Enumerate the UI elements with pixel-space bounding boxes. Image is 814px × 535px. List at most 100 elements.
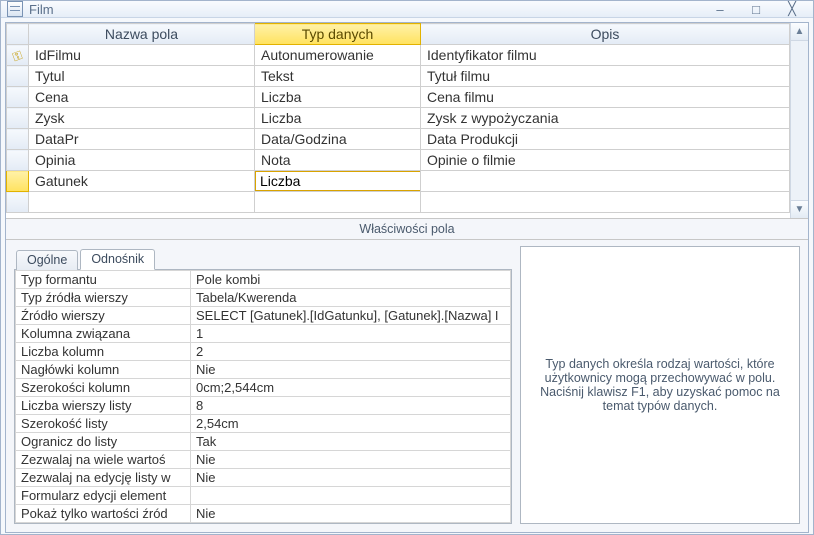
col-header-type[interactable]: Typ danych (255, 24, 421, 45)
field-desc-cell[interactable]: Tytuł filmu (421, 66, 790, 87)
help-pane: Typ danych określa rodzaj wartości, któr… (520, 246, 800, 524)
field-type-cell[interactable]: Data/Godzina (255, 129, 421, 150)
field-name-cell[interactable]: Gatunek (29, 171, 255, 192)
maximize-button[interactable]: □ (741, 1, 771, 17)
property-row[interactable]: Liczba kolumn2 (16, 343, 511, 361)
property-value[interactable]: Nie (191, 451, 511, 469)
property-row[interactable]: Pokaż tylko wartości źródNie (16, 505, 511, 523)
property-label: Typ formantu (16, 271, 191, 289)
primary-key-icon: ⚿ (11, 47, 25, 64)
property-row[interactable]: Kolumna związana1 (16, 325, 511, 343)
field-desc-cell[interactable] (421, 171, 790, 192)
field-row[interactable]: OpiniaNotaOpinie o filmie (7, 150, 790, 171)
header-selector[interactable] (7, 24, 29, 45)
field-name-cell[interactable]: Opinia (29, 150, 255, 171)
property-value[interactable]: Nie (191, 505, 511, 523)
col-header-desc[interactable]: Opis (421, 24, 790, 45)
field-row[interactable]: CenaLiczbaCena filmu (7, 87, 790, 108)
property-value[interactable]: 2 (191, 343, 511, 361)
row-selector[interactable]: ⚿ (7, 45, 29, 66)
property-value[interactable]: SELECT [Gatunek].[IdGatunku], [Gatunek].… (191, 307, 511, 325)
field-row[interactable]: Gatunek▼ (7, 171, 790, 192)
property-label: Nagłówki kolumn (16, 361, 191, 379)
field-row-empty[interactable] (7, 192, 790, 213)
field-name-cell[interactable]: IdFilmu (29, 45, 255, 66)
property-row[interactable]: Źródło wierszySELECT [Gatunek].[IdGatunk… (16, 307, 511, 325)
row-selector[interactable] (7, 150, 29, 171)
property-row[interactable]: Nagłówki kolumnNie (16, 361, 511, 379)
field-name-cell[interactable]: Tytul (29, 66, 255, 87)
field-row[interactable]: ⚿IdFilmuAutonumerowanieIdentyfikator fil… (7, 45, 790, 66)
properties-table[interactable]: Typ formantuPole kombiTyp źródła wierszy… (15, 270, 511, 523)
field-desc-cell[interactable]: Identyfikator filmu (421, 45, 790, 66)
row-selector[interactable] (7, 192, 29, 213)
property-value[interactable]: Nie (191, 469, 511, 487)
row-selector[interactable] (7, 129, 29, 150)
property-value[interactable]: Pole kombi (191, 271, 511, 289)
row-selector[interactable] (7, 66, 29, 87)
field-desc-cell[interactable]: Opinie o filmie (421, 150, 790, 171)
property-row[interactable]: Ogranicz do listyTak (16, 433, 511, 451)
row-selector[interactable] (7, 87, 29, 108)
property-value[interactable]: Tak (191, 433, 511, 451)
field-type-cell[interactable]: ▼ (255, 171, 421, 192)
field-name-cell[interactable]: DataPr (29, 129, 255, 150)
field-row[interactable]: TytulTekstTytuł filmu (7, 66, 790, 87)
field-type-cell[interactable] (255, 192, 421, 213)
field-grid[interactable]: Nazwa pola Typ danych Opis ⚿IdFilmuAuton… (6, 23, 790, 213)
scroll-up-button[interactable]: ▲ (791, 23, 808, 41)
table-icon (7, 1, 23, 17)
field-name-cell[interactable]: Zysk (29, 108, 255, 129)
field-name-cell[interactable] (29, 192, 255, 213)
field-desc-cell[interactable]: Cena filmu (421, 87, 790, 108)
property-row[interactable]: Zezwalaj na edycję listy wNie (16, 469, 511, 487)
property-label: Ogranicz do listy (16, 433, 191, 451)
property-row[interactable]: Typ formantuPole kombi (16, 271, 511, 289)
type-combobox[interactable]: ▼ (255, 171, 420, 191)
field-type-cell[interactable]: Tekst (255, 66, 421, 87)
window-frame: Film – □ ╳ Nazwa pola (0, 0, 814, 535)
property-value[interactable] (191, 487, 511, 505)
field-row[interactable]: DataPrData/GodzinaData Produkcji (7, 129, 790, 150)
property-value[interactable]: 2,54cm (191, 415, 511, 433)
property-label: Zezwalaj na edycję listy w (16, 469, 191, 487)
row-selector[interactable] (7, 171, 29, 192)
type-combobox-input[interactable] (256, 172, 421, 190)
property-label: Typ źródła wierszy (16, 289, 191, 307)
property-row[interactable]: Typ źródła wierszyTabela/Kwerenda (16, 289, 511, 307)
minimize-button[interactable]: – (705, 1, 735, 17)
property-value[interactable]: 1 (191, 325, 511, 343)
lower-pane: Ogólne Odnośnik Typ formantuPole kombiTy… (6, 240, 808, 532)
properties-panel: Typ formantuPole kombiTyp źródła wierszy… (14, 269, 512, 524)
property-row[interactable]: Szerokość listy2,54cm (16, 415, 511, 433)
field-grid-header: Nazwa pola Typ danych Opis (7, 24, 790, 45)
field-type-cell[interactable]: Nota (255, 150, 421, 171)
property-label: Pokaż tylko wartości źród (16, 505, 191, 523)
property-row[interactable]: Szerokości kolumn0cm;2,544cm (16, 379, 511, 397)
field-desc-cell[interactable]: Zysk z wypożyczania (421, 108, 790, 129)
row-selector[interactable] (7, 108, 29, 129)
field-desc-cell[interactable]: Data Produkcji (421, 129, 790, 150)
field-type-cell[interactable]: Liczba (255, 87, 421, 108)
property-row[interactable]: Formularz edycji element (16, 487, 511, 505)
property-value[interactable]: Nie (191, 361, 511, 379)
properties-block: Ogólne Odnośnik Typ formantuPole kombiTy… (14, 246, 512, 524)
tab-general[interactable]: Ogólne (16, 250, 78, 270)
property-value[interactable]: 0cm;2,544cm (191, 379, 511, 397)
close-button[interactable]: ╳ (777, 1, 807, 17)
field-name-cell[interactable]: Cena (29, 87, 255, 108)
field-row[interactable]: ZyskLiczbaZysk z wypożyczania (7, 108, 790, 129)
property-row[interactable]: Liczba wierszy listy8 (16, 397, 511, 415)
scroll-down-button[interactable]: ▼ (791, 200, 808, 218)
field-type-cell[interactable]: Autonumerowanie (255, 45, 421, 66)
scroll-track[interactable] (791, 41, 808, 200)
field-type-cell[interactable]: Liczba (255, 108, 421, 129)
property-row[interactable]: Zezwalaj na wiele wartośNie (16, 451, 511, 469)
field-grid-area: Nazwa pola Typ danych Opis ⚿IdFilmuAuton… (6, 23, 808, 219)
property-value[interactable]: 8 (191, 397, 511, 415)
field-desc-cell[interactable] (421, 192, 790, 213)
tab-lookup[interactable]: Odnośnik (80, 249, 155, 270)
col-header-name[interactable]: Nazwa pola (29, 24, 255, 45)
property-value[interactable]: Tabela/Kwerenda (191, 289, 511, 307)
grid-vertical-scrollbar[interactable]: ▲ ▼ (790, 23, 808, 218)
